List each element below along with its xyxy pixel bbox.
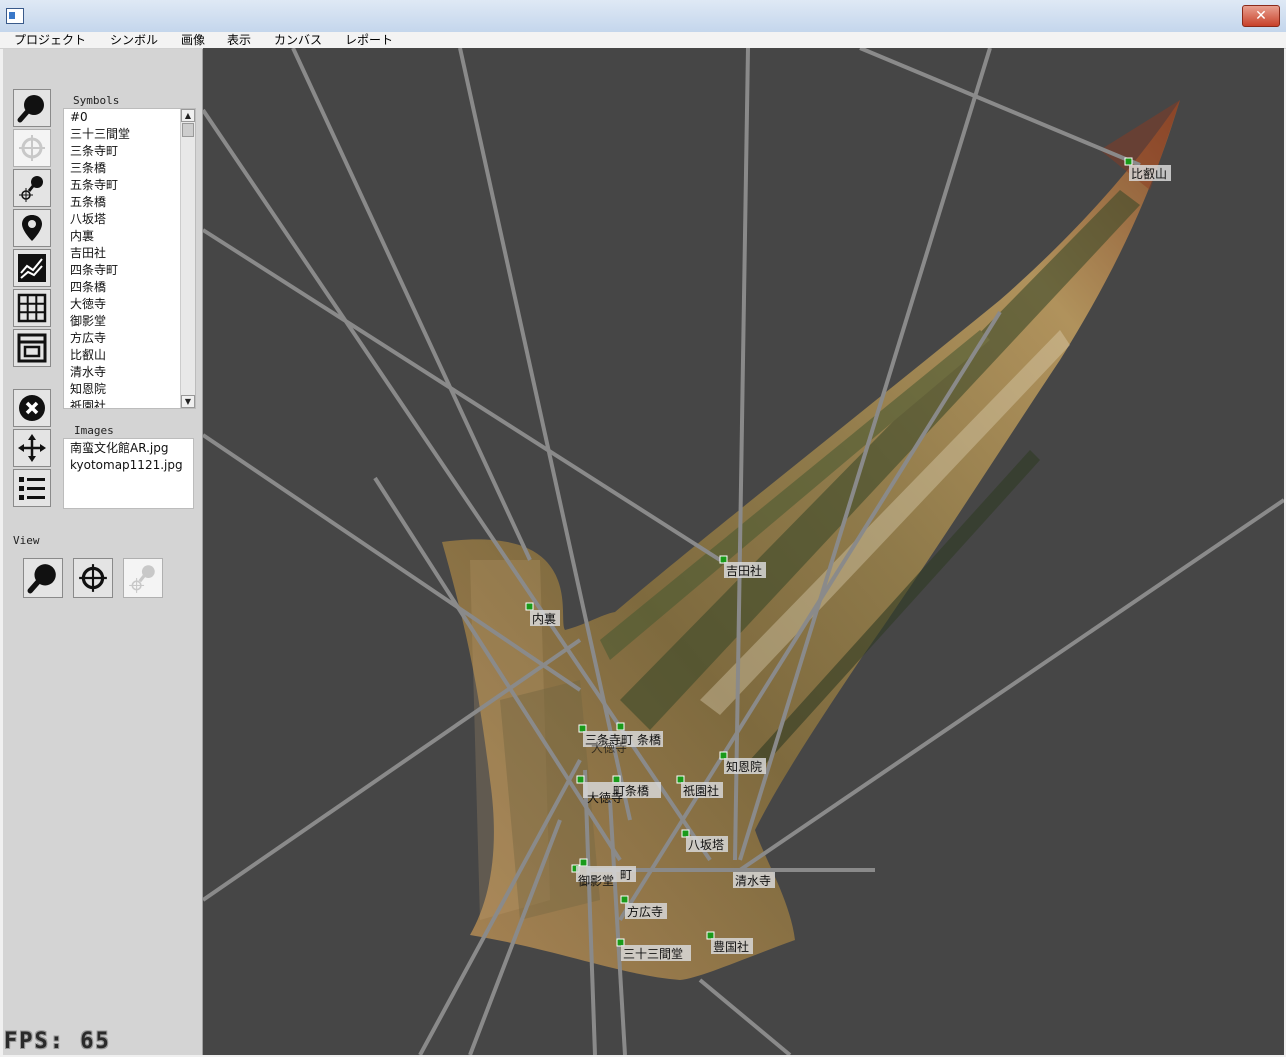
map-label: 吉田社 [726,563,762,578]
menu-canvas[interactable]: カンバス [274,32,322,48]
layout-icon [17,333,47,363]
marker-icon[interactable] [612,775,621,784]
view-target-button[interactable] [73,558,113,598]
marker-icon[interactable] [676,775,685,784]
title-bar: ✕ [0,0,1286,33]
map-label: 八坂塔 [688,838,724,852]
menu-bar: プロジェクト シンボル 画像 表示 カンバス レポート [0,32,1286,49]
menu-symbol[interactable]: シンボル [110,32,158,48]
move-tool-button[interactable] [13,429,51,467]
map-label: 祇園社 [683,783,719,798]
symbol-list-item[interactable]: 八坂塔 [64,211,195,228]
map-texture-streaks [470,100,1180,920]
symbol-list-item[interactable]: 御影堂 [64,313,195,330]
scroll-down-icon[interactable]: ▼ [181,395,195,408]
marker-icon[interactable] [579,858,588,867]
delete-circle-icon [19,395,45,421]
crosshair-icon [19,135,45,161]
graph-tool-button[interactable] [13,249,51,287]
crosshair-icon [79,564,107,592]
map-label: 条橋 [637,733,661,747]
fps-counter: FPS: 65 [4,1029,111,1054]
map-canvas[interactable]: 比叡山 吉田社 内裏 大徳寺 三条寺町 条橋 知恩院 町条橋 祇園社 大徳寺 八… [203,48,1284,1055]
map-label: 比叡山 [1131,166,1167,181]
symbol-list-item[interactable]: 五条橋 [64,194,195,211]
map-label: 三十三間堂 [623,947,683,961]
symbol-list-item[interactable]: 清水寺 [64,364,195,381]
map-label: 方広寺 [627,904,663,919]
menu-project[interactable]: プロジェクト [14,32,86,48]
map-pin-icon [22,215,42,241]
zoom-tool-button[interactable] [13,89,51,127]
marker-icon[interactable] [525,602,534,611]
symbol-list-item[interactable]: 三十三間堂 [64,126,195,143]
zoom-crosshair-icon [19,176,43,202]
map-label: 御影堂 [578,873,614,888]
move-arrows-icon [18,434,46,462]
list-icon [19,477,45,500]
marker-icon[interactable] [706,931,715,940]
map-label: 清水寺 [735,874,771,888]
zoom-crosshair-icon [129,565,155,593]
symbol-list-item[interactable]: 内裏 [64,228,195,245]
symbol-list-item[interactable]: 五条寺町 [64,177,195,194]
symbol-list-item[interactable]: 四条寺町 [64,262,195,279]
symbols-label: Symbols [73,94,120,107]
marker-icon[interactable] [719,751,728,760]
symbols-scrollbar[interactable]: ▲ ▼ [180,109,195,408]
marker-icon[interactable] [578,724,587,733]
menu-image[interactable]: 画像 [181,32,205,48]
line-graph-icon [18,254,46,282]
map-label: 豊国社 [713,939,749,954]
map-label: 町 [620,868,632,882]
close-button[interactable]: ✕ [1242,5,1280,27]
marker-icon[interactable] [1124,157,1133,166]
zoom-icon [17,95,44,123]
symbol-list-item[interactable]: 比叡山 [64,347,195,364]
view-zoom-button[interactable] [23,558,63,598]
marker-icon[interactable] [616,938,625,947]
symbol-list-item[interactable]: 吉田社 [64,245,195,262]
scroll-thumb[interactable] [182,123,194,137]
symbol-list-item[interactable]: 方広寺 [64,330,195,347]
map-label: 三条寺町 [585,733,633,747]
symbol-list-item[interactable]: 祇園社 [64,398,195,408]
map-label: 内裏 [532,611,556,626]
map-view[interactable]: 比叡山 吉田社 内裏 大徳寺 三条寺町 条橋 知恩院 町条橋 祇園社 大徳寺 八… [203,48,1284,1055]
menu-view[interactable]: 表示 [227,32,251,48]
target-tool-button[interactable] [13,129,51,167]
image-item[interactable]: kyotomap1121.jpg [64,457,193,474]
zoom-icon [27,564,56,594]
images-list[interactable]: 南蛮文化館AR.jpg kyotomap1121.jpg [63,438,194,509]
symbol-list-item[interactable]: #0 [64,109,195,126]
symbol-list-item[interactable]: 三条橋 [64,160,195,177]
grid-tool-button[interactable] [13,289,51,327]
grid-icon [17,293,47,323]
map-label: 大徳寺 [587,790,623,805]
marker-icon[interactable] [620,895,629,904]
list-tool-button[interactable] [13,469,51,507]
symbols-list[interactable]: #0 三十三間堂 三条寺町 三条橋 五条寺町 五条橋 八坂塔 内裏 吉田社 四条寺町 四条橋 大徳寺御… [63,108,196,409]
map-label: 知恩院 [726,760,762,774]
marker-icon[interactable] [719,555,728,564]
left-panel: Symbols #0 三十三間堂 三条寺町 三条橋 五条寺町 五条橋 八坂塔 内裏 吉田社 四条寺… [3,49,203,1055]
symbol-list-item[interactable]: 四条橋 [64,279,195,296]
layout-tool-button[interactable] [13,329,51,367]
app-icon [6,8,24,24]
view-label: View [13,534,40,547]
images-label: Images [74,424,114,437]
marker-icon[interactable] [576,775,585,784]
pin-tool-button[interactable] [13,209,51,247]
delete-tool-button[interactable] [13,389,51,427]
image-item[interactable]: 南蛮文化館AR.jpg [64,440,193,457]
marker-icon[interactable] [616,722,625,731]
symbol-list-item[interactable]: 知恩院 [64,381,195,398]
menu-report[interactable]: レポート [345,32,393,48]
symbol-list-item[interactable]: 三条寺町 [64,143,195,160]
view-combined-button[interactable] [123,558,163,598]
marker-icon[interactable] [681,829,690,838]
place-symbol-tool-button[interactable] [13,169,51,207]
symbol-list-item[interactable]: 大徳寺 [64,296,195,313]
scroll-up-icon[interactable]: ▲ [181,109,195,122]
